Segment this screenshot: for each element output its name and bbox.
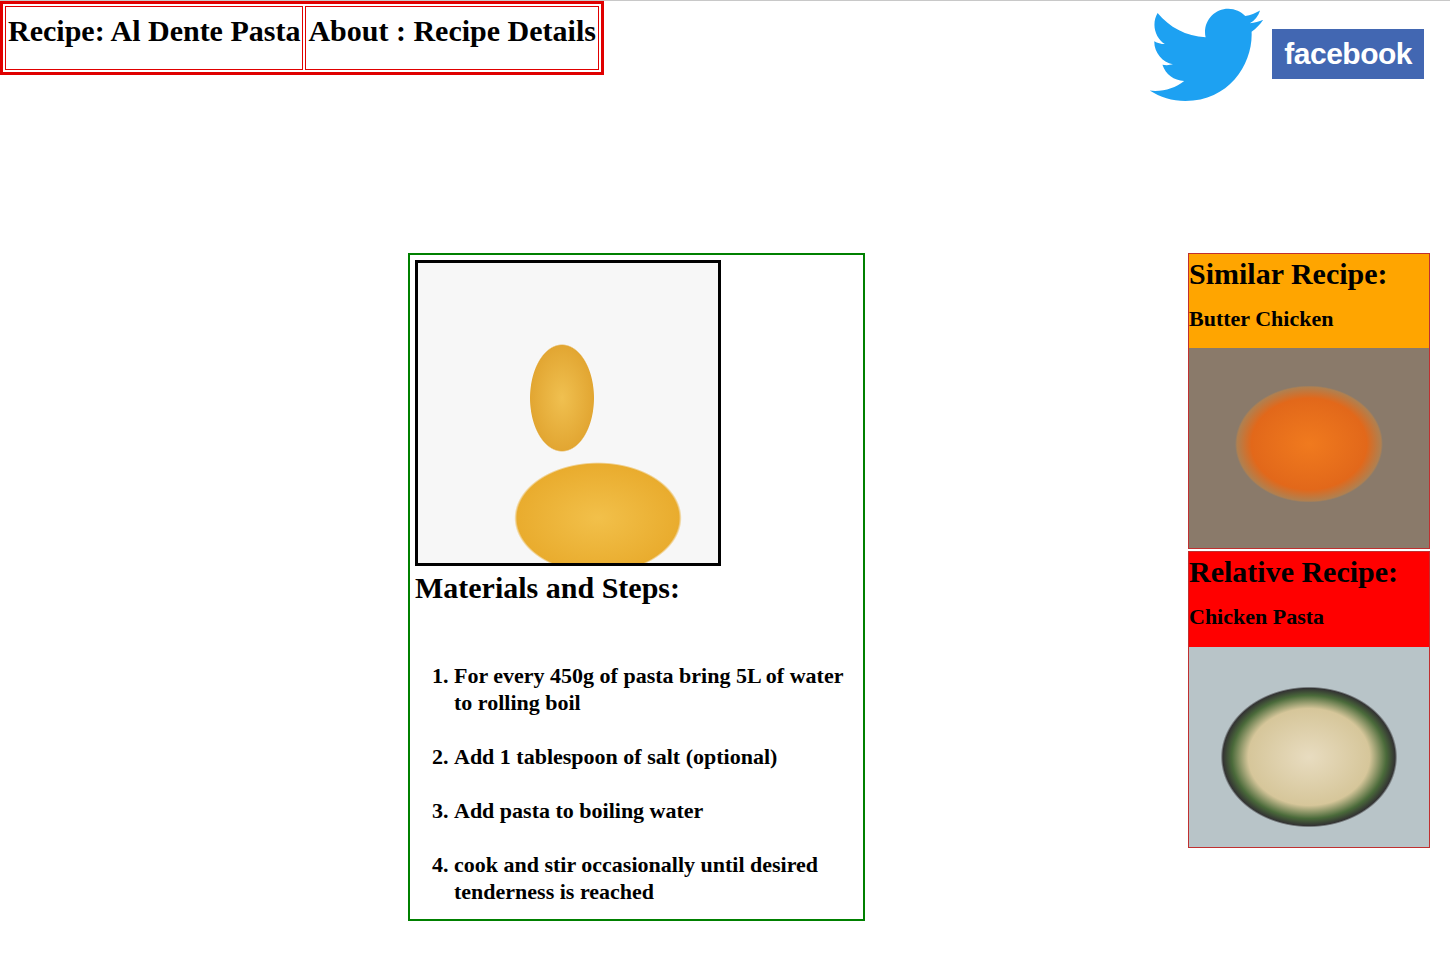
header-table: Recipe: Al Dente PastaAbout : Recipe Det… [0, 1, 604, 75]
step-item: cook and stir occasionally until desired… [454, 851, 858, 905]
steps-list: For every 450g of pasta bring 5L of wate… [415, 662, 858, 905]
pasta-photo [415, 260, 721, 566]
header-cell: About : Recipe Details [305, 6, 598, 70]
card-heading: Similar Recipe: [1189, 254, 1429, 292]
step-item: For every 450g of pasta bring 5L of wate… [454, 662, 858, 716]
steps-heading: Materials and Steps: [415, 570, 858, 606]
card-recipe-name[interactable]: Chicken Pasta [1189, 604, 1429, 646]
step-item: Add pasta to boiling water [454, 797, 858, 824]
recipe-suggestion-card[interactable]: Similar Recipe: Butter Chicken [1188, 253, 1430, 549]
twitter-bird-icon[interactable] [1144, 5, 1266, 105]
step-item: Add 1 tablespoon of salt (optional) [454, 743, 858, 770]
recipe-photo [1189, 348, 1429, 548]
recipe-photo [1189, 647, 1429, 847]
social-links: facebook [1144, 1, 1450, 105]
sidebar: Similar Recipe: Butter Chicken Relative Re… [1188, 253, 1430, 848]
card-recipe-name[interactable]: Butter Chicken [1189, 306, 1429, 348]
facebook-logo[interactable]: facebook [1272, 29, 1424, 79]
top-bar: Recipe: Al Dente PastaAbout : Recipe Det… [0, 1, 1450, 105]
recipe-suggestion-card[interactable]: Relative Recipe: Chicken Pasta [1188, 551, 1430, 847]
content-row: Materials and Steps: For every 450g of pa… [0, 253, 1450, 921]
recipe-page: Recipe: Al Dente PastaAbout : Recipe Det… [0, 0, 1450, 968]
card-heading: Relative Recipe: [1189, 552, 1429, 590]
header-cell: Recipe: Al Dente Pasta [5, 6, 303, 70]
recipe-card: Materials and Steps: For every 450g of pa… [408, 253, 865, 921]
